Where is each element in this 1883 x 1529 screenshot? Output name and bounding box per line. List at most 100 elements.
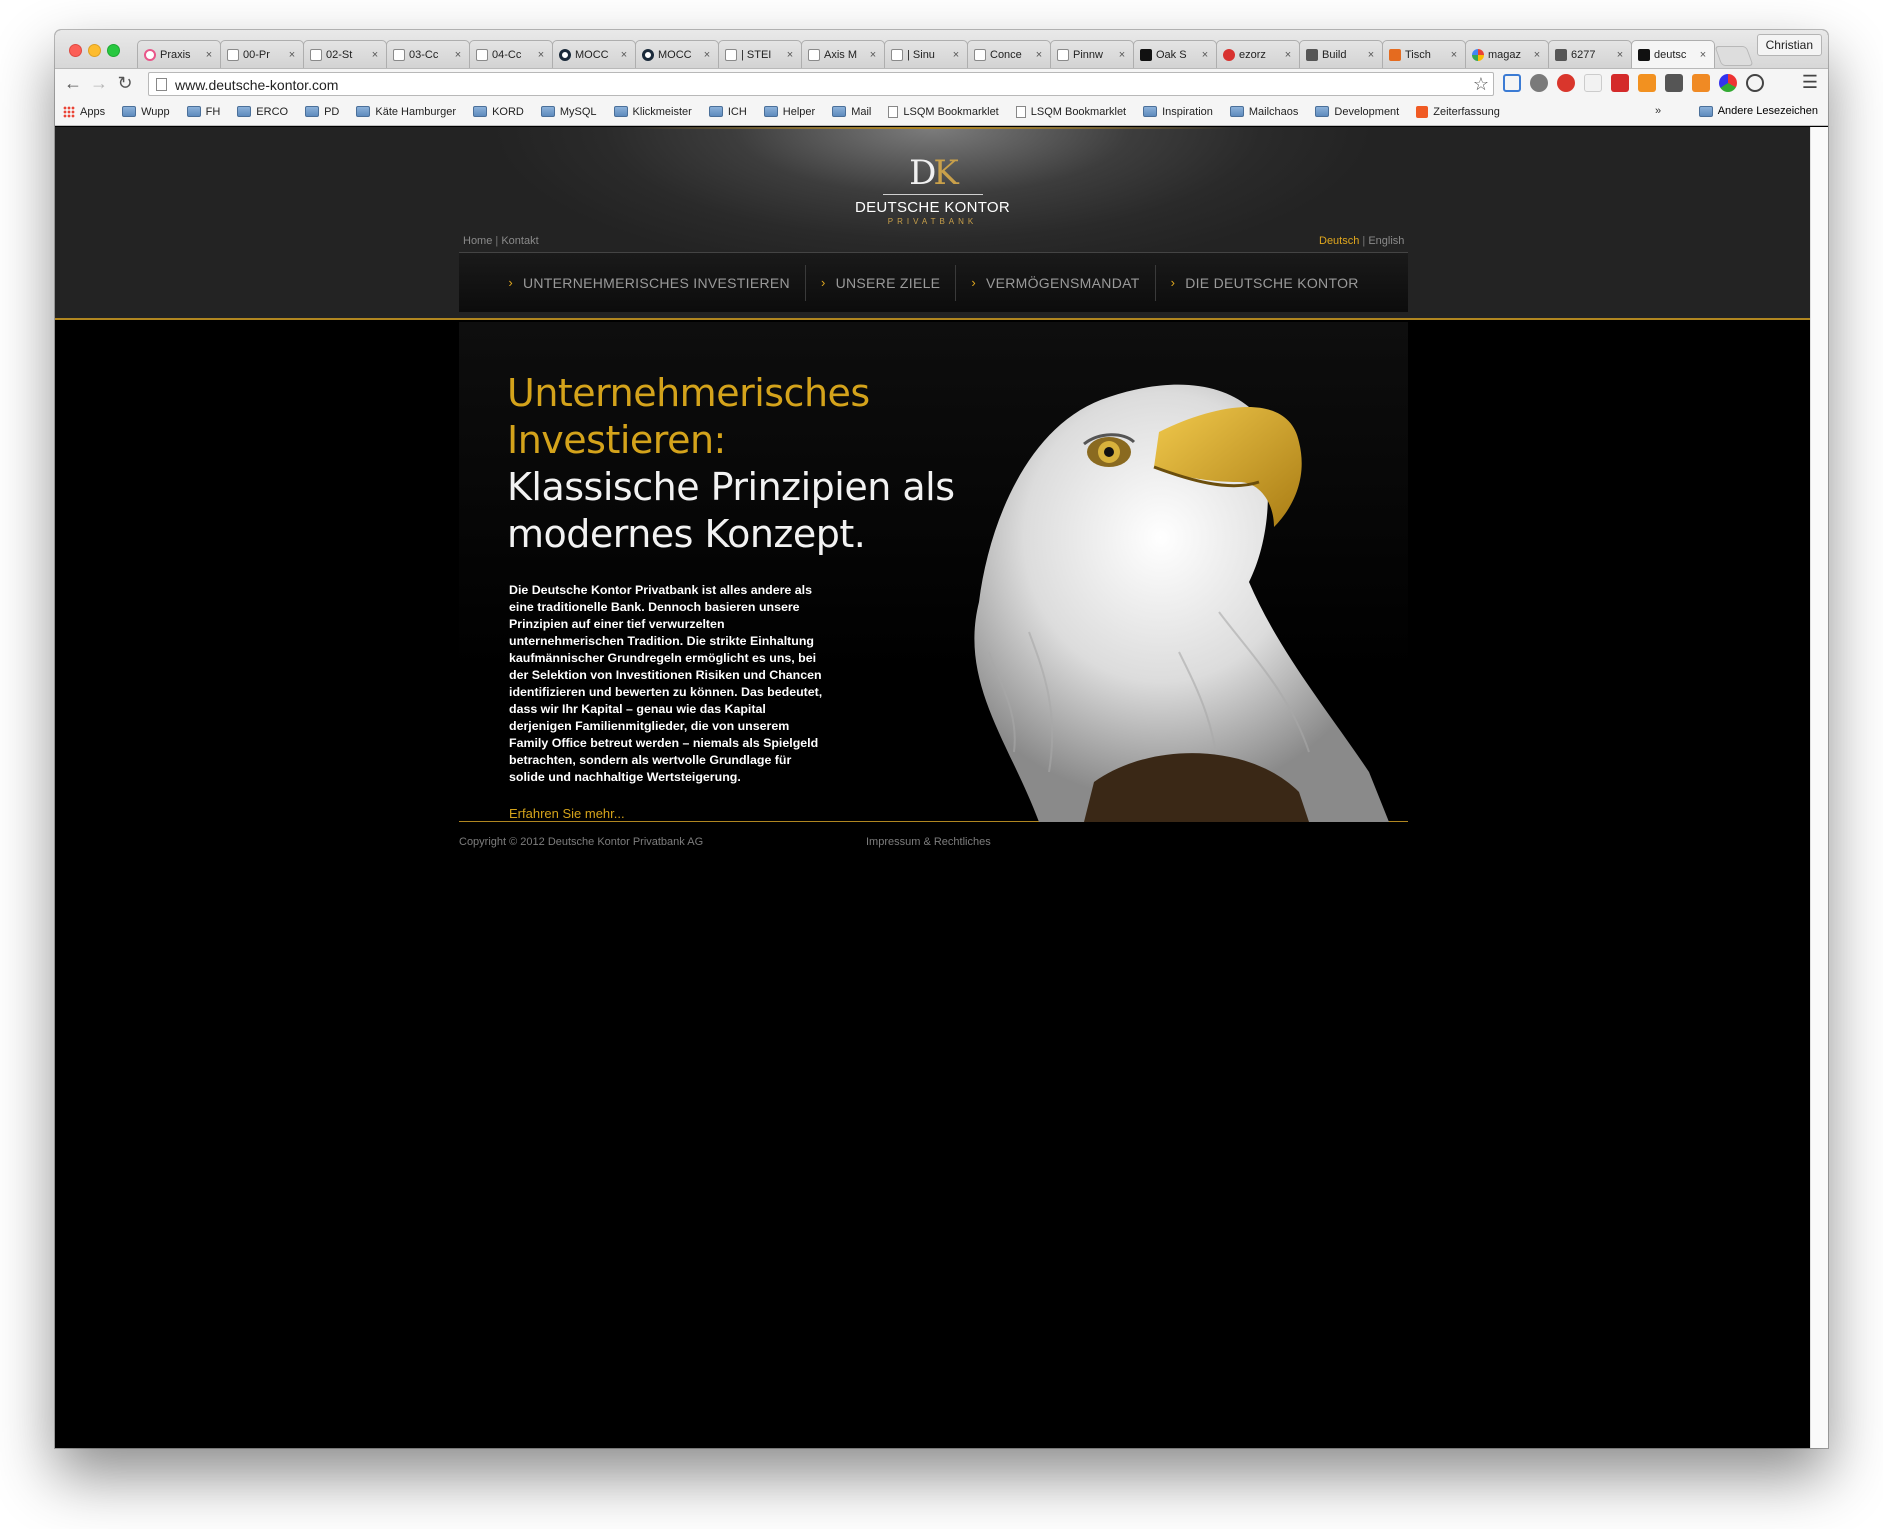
close-tab-icon[interactable]: × bbox=[866, 49, 880, 61]
browser-tab[interactable]: 00-Pr × bbox=[220, 40, 304, 68]
read-more-link[interactable]: Erfahren Sie mehr... bbox=[509, 806, 625, 821]
color-picker-icon[interactable] bbox=[1719, 74, 1737, 92]
bookmark-item[interactable]: Zeiterfassung bbox=[1416, 105, 1500, 118]
nav-item[interactable]: › UNTERNEHMERISCHES INVESTIEREN bbox=[493, 266, 805, 300]
lang-en-link[interactable]: English bbox=[1368, 235, 1404, 247]
impressum-link[interactable]: Impressum & Rechtliches bbox=[866, 836, 991, 848]
close-window-button[interactable] bbox=[69, 44, 82, 57]
bookmark-item[interactable]: ICH bbox=[708, 106, 747, 118]
reload-icon[interactable]: ↻ bbox=[115, 73, 135, 93]
back-arrow-icon[interactable]: ← bbox=[63, 73, 83, 93]
contact-link[interactable]: Kontakt bbox=[501, 235, 538, 247]
hamburger-menu-icon[interactable]: ☰ bbox=[1802, 72, 1818, 93]
new-tab-button[interactable] bbox=[1714, 46, 1754, 66]
bookmarks-overflow-button[interactable]: » bbox=[1655, 105, 1661, 117]
browser-tab[interactable]: | Sinu × bbox=[884, 40, 968, 68]
vertical-scrollbar[interactable] bbox=[1810, 127, 1828, 1448]
close-tab-icon[interactable]: × bbox=[1530, 49, 1544, 61]
bookmark-item[interactable]: Inspiration bbox=[1143, 106, 1213, 118]
puzzle-icon[interactable] bbox=[1665, 74, 1683, 92]
opera-icon[interactable] bbox=[1557, 74, 1575, 92]
browser-tab[interactable]: | STEI × bbox=[718, 40, 802, 68]
close-tab-icon[interactable]: × bbox=[368, 49, 382, 61]
browser-tab[interactable]: 04-Cc × bbox=[469, 40, 553, 68]
browser-tab[interactable]: Praxis × bbox=[137, 40, 221, 68]
bookmark-item[interactable]: LSQM Bookmarklet bbox=[1015, 105, 1126, 118]
pocket-icon[interactable] bbox=[1692, 74, 1710, 92]
minimize-window-button[interactable] bbox=[88, 44, 101, 57]
close-tab-icon[interactable]: × bbox=[451, 49, 465, 61]
close-tab-icon[interactable]: × bbox=[285, 49, 299, 61]
nav-item[interactable]: › UNSERE ZIELE bbox=[806, 266, 955, 300]
bookmark-item[interactable]: Development bbox=[1315, 106, 1399, 118]
bookmark-item[interactable]: Mailchaos bbox=[1229, 106, 1298, 118]
url-text[interactable]: www.deutsche-kontor.com bbox=[175, 77, 338, 93]
nav-item-label: VERMÖGENSMANDAT bbox=[985, 274, 1140, 291]
browser-tab[interactable]: ezorz × bbox=[1216, 40, 1300, 68]
profile-button[interactable]: Christian bbox=[1756, 34, 1822, 56]
home-link[interactable]: Home bbox=[463, 235, 492, 247]
bookmark-item[interactable]: FH bbox=[186, 106, 220, 118]
bookmark-item[interactable]: Mail bbox=[832, 106, 871, 118]
bookmark-item[interactable]: ERCO bbox=[237, 106, 288, 118]
red-circle-icon bbox=[1223, 48, 1235, 61]
site-logo[interactable]: DK DEUTSCHE KONTOR PRIVATBANK bbox=[843, 155, 1023, 226]
browser-tab[interactable]: Tisch × bbox=[1382, 40, 1466, 68]
browser-tab[interactable]: Oak S × bbox=[1133, 40, 1217, 68]
zoom-window-button[interactable] bbox=[107, 44, 120, 57]
close-tab-icon[interactable]: × bbox=[202, 49, 216, 61]
cast-icon[interactable] bbox=[1503, 74, 1521, 92]
stats-icon[interactable] bbox=[1638, 74, 1656, 92]
close-tab-icon[interactable]: × bbox=[1613, 49, 1627, 61]
nav-item[interactable]: › VERMÖGENSMANDAT bbox=[956, 266, 1154, 300]
bookmark-item[interactable]: Apps bbox=[63, 105, 105, 118]
bookmark-item[interactable]: LSQM Bookmarklet bbox=[888, 105, 999, 118]
close-tab-icon[interactable]: × bbox=[1364, 49, 1378, 61]
nav-item[interactable]: › DIE DEUTSCHE KONTOR bbox=[1156, 266, 1374, 300]
browser-tab[interactable]: 03-Cc × bbox=[386, 40, 470, 68]
browser-tab[interactable]: 6277 × bbox=[1548, 40, 1632, 68]
close-tab-icon[interactable]: × bbox=[949, 49, 963, 61]
nav-item-label: UNTERNEHMERISCHES INVESTIEREN bbox=[522, 274, 790, 291]
browser-tab[interactable]: deutsc × bbox=[1631, 40, 1715, 68]
close-tab-icon[interactable]: × bbox=[1696, 49, 1710, 61]
notes-icon[interactable] bbox=[1584, 74, 1602, 92]
browser-tab[interactable]: Axis M × bbox=[801, 40, 885, 68]
close-tab-icon[interactable]: × bbox=[1447, 49, 1461, 61]
close-tab-icon[interactable]: × bbox=[1281, 49, 1295, 61]
bookmark-star-icon[interactable]: ☆ bbox=[1473, 74, 1489, 95]
browser-tab[interactable]: MOCC × bbox=[635, 40, 719, 68]
bookmark-item[interactable]: Wupp bbox=[122, 106, 170, 118]
info-icon[interactable] bbox=[1746, 74, 1764, 92]
browser-tab[interactable]: MOCC × bbox=[552, 40, 636, 68]
browser-tab[interactable]: Build × bbox=[1299, 40, 1383, 68]
bookmark-item[interactable]: MySQL bbox=[540, 106, 597, 118]
address-bar[interactable]: www.deutsche-kontor.com ☆ bbox=[148, 72, 1494, 96]
bookmark-item[interactable]: KORD bbox=[473, 106, 524, 118]
apps-icon bbox=[63, 105, 75, 118]
tab-title: 04-Cc bbox=[492, 48, 522, 61]
site-header: DK DEUTSCHE KONTOR PRIVATBANK Home | Kon… bbox=[55, 127, 1810, 320]
lastpass-icon[interactable] bbox=[1611, 74, 1629, 92]
bookmark-item[interactable]: Klickmeister bbox=[613, 106, 692, 118]
close-tab-icon[interactable]: × bbox=[617, 49, 631, 61]
browser-tab[interactable]: 02-St × bbox=[303, 40, 387, 68]
recycle-icon[interactable] bbox=[1530, 74, 1548, 92]
close-tab-icon[interactable]: × bbox=[1115, 49, 1129, 61]
lang-de-link[interactable]: Deutsch bbox=[1319, 235, 1359, 247]
close-tab-icon[interactable]: × bbox=[1032, 49, 1046, 61]
bookmark-item[interactable]: PD bbox=[305, 106, 339, 118]
close-tab-icon[interactable]: × bbox=[700, 49, 714, 61]
close-tab-icon[interactable]: × bbox=[1198, 49, 1212, 61]
other-bookmarks-folder[interactable]: Andere Lesezeichen bbox=[1698, 105, 1818, 117]
forward-arrow-icon[interactable]: → bbox=[89, 73, 109, 93]
close-tab-icon[interactable]: × bbox=[783, 49, 797, 61]
logo-rule bbox=[882, 194, 983, 195]
page-viewport: DK DEUTSCHE KONTOR PRIVATBANK Home | Kon… bbox=[55, 127, 1810, 1448]
close-tab-icon[interactable]: × bbox=[534, 49, 548, 61]
browser-tab[interactable]: Pinnw × bbox=[1050, 40, 1134, 68]
browser-tab[interactable]: magaz × bbox=[1465, 40, 1549, 68]
bookmark-item[interactable]: Helper bbox=[763, 106, 815, 118]
browser-tab[interactable]: Conce × bbox=[967, 40, 1051, 68]
bookmark-item[interactable]: Käte Hamburger bbox=[356, 106, 456, 118]
